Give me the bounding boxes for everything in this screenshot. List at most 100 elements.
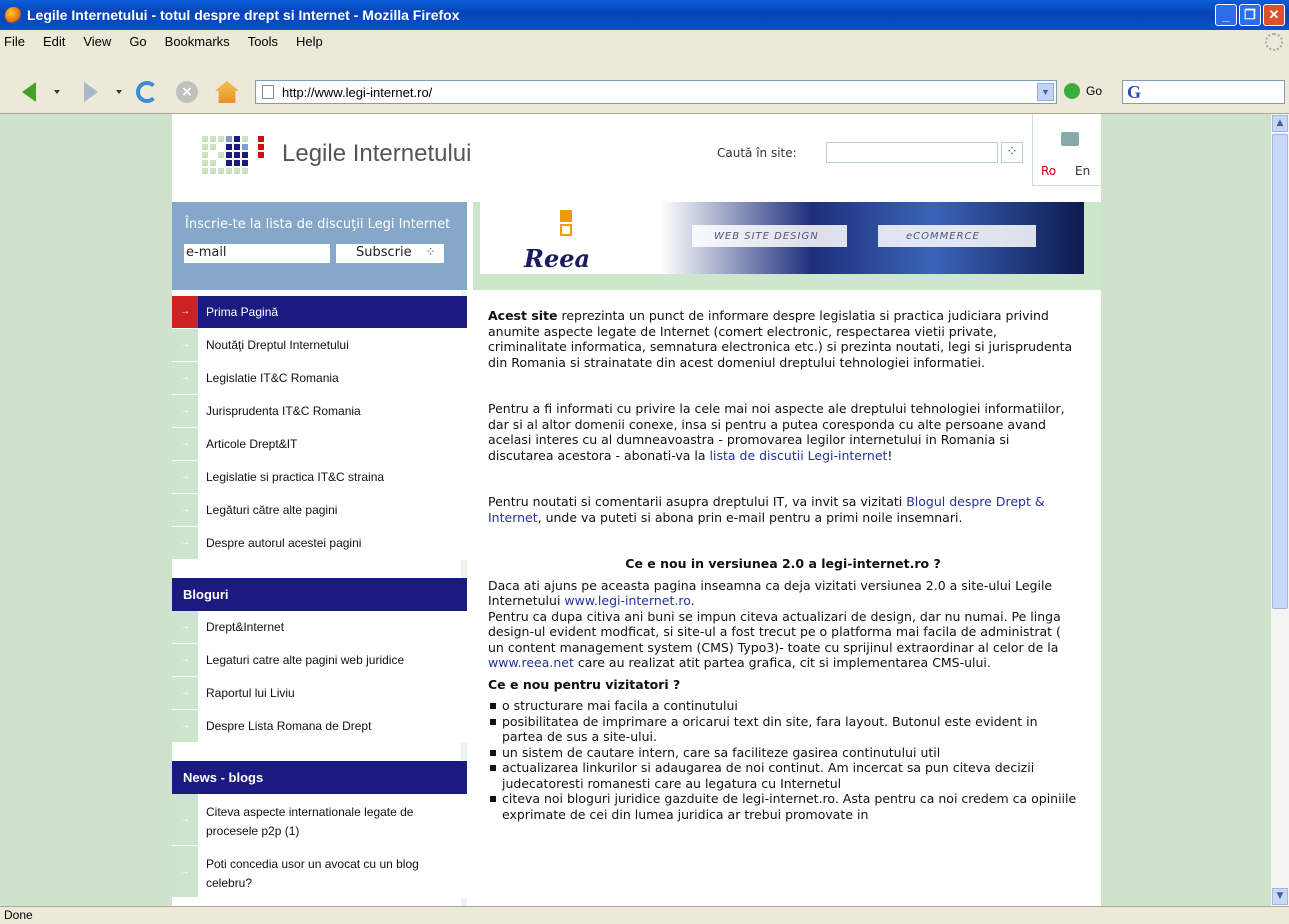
arrow-bullet-icon: → — [172, 677, 198, 709]
site-header: Legile Internetului Caută în site: ⁘ Ro … — [172, 114, 1101, 202]
news-item[interactable]: → Citeva aspecte internationale legate de… — [172, 794, 467, 846]
back-arrow-icon — [22, 82, 36, 102]
nav-item-prima-pagina[interactable]: → Prima Pagină — [172, 296, 467, 329]
close-button[interactable]: ✕ — [1263, 4, 1285, 26]
features-list: o structurare mai facila a continutului … — [488, 698, 1078, 822]
reload-icon — [136, 81, 158, 103]
menu-view[interactable]: View — [83, 34, 111, 49]
forward-dropdown-icon[interactable] — [116, 90, 122, 94]
blogs-heading: Bloguri — [172, 578, 467, 611]
go-button[interactable]: Go — [1064, 83, 1102, 99]
menu-bar: File Edit View Go Bookmarks Tools Help — [0, 30, 1289, 52]
arrow-bullet-icon: → — [172, 611, 198, 643]
home-icon — [215, 81, 239, 103]
site-logo-text[interactable]: Legile Internetului — [282, 140, 471, 168]
arrow-bullet-icon: → — [172, 428, 198, 460]
menu-go[interactable]: Go — [129, 34, 146, 49]
menu-bookmarks[interactable]: Bookmarks — [165, 34, 230, 49]
main-content: Reea WEB SITE DESIGN eCOMMERCE Acest sit… — [473, 202, 1101, 906]
article-text: Acest site reprezinta un punct de inform… — [488, 308, 1078, 822]
window-title: Legile Internetului - totul despre drept… — [27, 7, 460, 23]
forward-button[interactable] — [76, 78, 106, 106]
menu-tools[interactable]: Tools — [248, 34, 278, 49]
scroll-thumb[interactable] — [1272, 134, 1288, 609]
page-icon — [262, 85, 274, 99]
google-icon: G — [1127, 82, 1142, 102]
site-link[interactable]: www.legi-internet.ro — [564, 593, 690, 608]
banner-area: Reea WEB SITE DESIGN eCOMMERCE — [473, 202, 1101, 290]
menu-file[interactable]: File — [4, 34, 25, 49]
nav-item-noutati[interactable]: → Noutăţi Dreptul Internetului — [172, 329, 467, 362]
back-dropdown-icon[interactable] — [54, 90, 60, 94]
language-box: Ro En — [1032, 114, 1101, 186]
maximize-button[interactable]: ❐ — [1239, 4, 1261, 26]
blog-item-legaturi[interactable]: → Legaturi catre alte pagini web juridice — [172, 644, 467, 677]
search-label: Caută în site: — [717, 146, 797, 160]
scroll-up-icon[interactable]: ▲ — [1272, 115, 1288, 132]
arrow-bullet-icon: → — [172, 329, 198, 361]
reea-logo-icon — [560, 210, 572, 222]
subscribe-heading: Înscrie-te la lista de discuţii Legi Int… — [185, 217, 451, 232]
banner-tag-ecommerce: eCOMMERCE — [878, 225, 1036, 247]
status-bar: Done — [0, 906, 1289, 924]
subscribe-box: Înscrie-te la lista de discuţii Legi Int… — [172, 202, 467, 290]
mailing-list-link[interactable]: lista de discutii Legi-internet — [710, 448, 888, 463]
left-sidebar: Înscrie-te la lista de discuţii Legi Int… — [172, 202, 467, 906]
reea-ad-banner[interactable]: Reea WEB SITE DESIGN eCOMMERCE — [480, 202, 1084, 274]
site-search-input[interactable] — [826, 142, 998, 163]
arrow-bullet-icon: → — [172, 461, 198, 493]
scroll-down-icon[interactable]: ▼ — [1272, 888, 1288, 905]
nav-item-jurisprudenta[interactable]: → Jurisprudenta IT&C Romania — [172, 395, 467, 428]
reload-button[interactable] — [132, 78, 162, 106]
menu-help[interactable]: Help — [296, 34, 323, 49]
email-field[interactable]: e-mail — [184, 244, 330, 263]
printer-icon[interactable] — [1061, 132, 1079, 146]
blog-item-drept-internet[interactable]: → Drept&Internet — [172, 611, 467, 644]
nav-item-legislatie-straina[interactable]: → Legislatie si practica IT&C straina — [172, 461, 467, 494]
subscribe-button[interactable]: Subscrie ⁘ — [336, 244, 444, 263]
nav-item-legaturi[interactable]: → Legături către alte pagini — [172, 494, 467, 527]
stop-button[interactable]: × — [172, 78, 202, 106]
firefox-icon — [5, 6, 22, 24]
arrow-bullet-icon: → — [172, 362, 198, 394]
home-button[interactable] — [212, 78, 242, 106]
redesign-paragraph: Pentru ca dupa citiva ani buni se impun … — [488, 608, 1061, 671]
google-search-box[interactable]: G — [1122, 80, 1285, 104]
list-item: un sistem de cautare intern, care sa fac… — [488, 745, 1078, 761]
whats-new-heading: Ce e nou in versiunea 2.0 a legi-interne… — [625, 556, 941, 571]
blog-item-raportul[interactable]: → Raportul lui Liviu — [172, 677, 467, 710]
arrow-bullet-icon: → — [172, 794, 198, 845]
version-paragraph: Daca ati ajuns pe aceasta pagina inseamn… — [488, 577, 1053, 609]
arrow-bullet-icon: → — [172, 527, 198, 559]
lang-ro-link[interactable]: Ro — [1041, 164, 1056, 178]
forward-arrow-icon — [84, 82, 98, 102]
address-dropdown-icon[interactable]: ▼ — [1037, 83, 1054, 101]
nav-item-despre-autor[interactable]: → Despre autorul acestei pagini — [172, 527, 467, 560]
list-item: actualizarea linkurilor si adaugarea de … — [488, 760, 1078, 791]
reea-brand: Reea — [524, 244, 591, 273]
back-button[interactable] — [14, 78, 44, 106]
nav-item-articole[interactable]: → Articole Drept&IT — [172, 428, 467, 461]
arrow-bullet-icon: → — [172, 395, 198, 427]
subscribe-arrow-icon: ⁘ — [425, 245, 436, 260]
blog-item-lista-romana[interactable]: → Despre Lista Romana de Drept — [172, 710, 467, 743]
main-nav: → Prima Pagină → Noutăţi Dreptul Internetu… — [172, 296, 467, 898]
arrow-bullet-icon: → — [172, 846, 198, 897]
reea-link[interactable]: www.reea.net — [488, 655, 574, 670]
vertical-scrollbar[interactable]: ▲ ▼ — [1271, 114, 1289, 906]
search-go-button[interactable]: ⁘ — [1001, 142, 1023, 163]
mailing-list-paragraph: Pentru a fi informati cu privire la cele… — [488, 401, 1065, 463]
lang-en-link[interactable]: En — [1075, 164, 1090, 178]
news-item[interactable]: → Poti concedia usor un avocat cu un blog… — [172, 846, 467, 898]
site-logo-icon[interactable] — [202, 136, 264, 176]
arrow-bullet-icon: → — [172, 494, 198, 526]
banner-tag-web-design: WEB SITE DESIGN — [692, 225, 847, 247]
menu-edit[interactable]: Edit — [43, 34, 65, 49]
address-bar[interactable]: http://www.legi-internet.ro/ ▼ — [255, 80, 1057, 104]
window-titlebar: Legile Internetului - totul despre drept… — [0, 0, 1289, 30]
news-heading: News - blogs — [172, 761, 467, 794]
nav-item-legislatie[interactable]: → Legislatie IT&C Romania — [172, 362, 467, 395]
visitors-heading: Ce e nou pentru vizitatori ? — [488, 676, 681, 692]
address-text: http://www.legi-internet.ro/ — [282, 84, 433, 100]
minimize-button[interactable]: _ — [1215, 4, 1237, 26]
